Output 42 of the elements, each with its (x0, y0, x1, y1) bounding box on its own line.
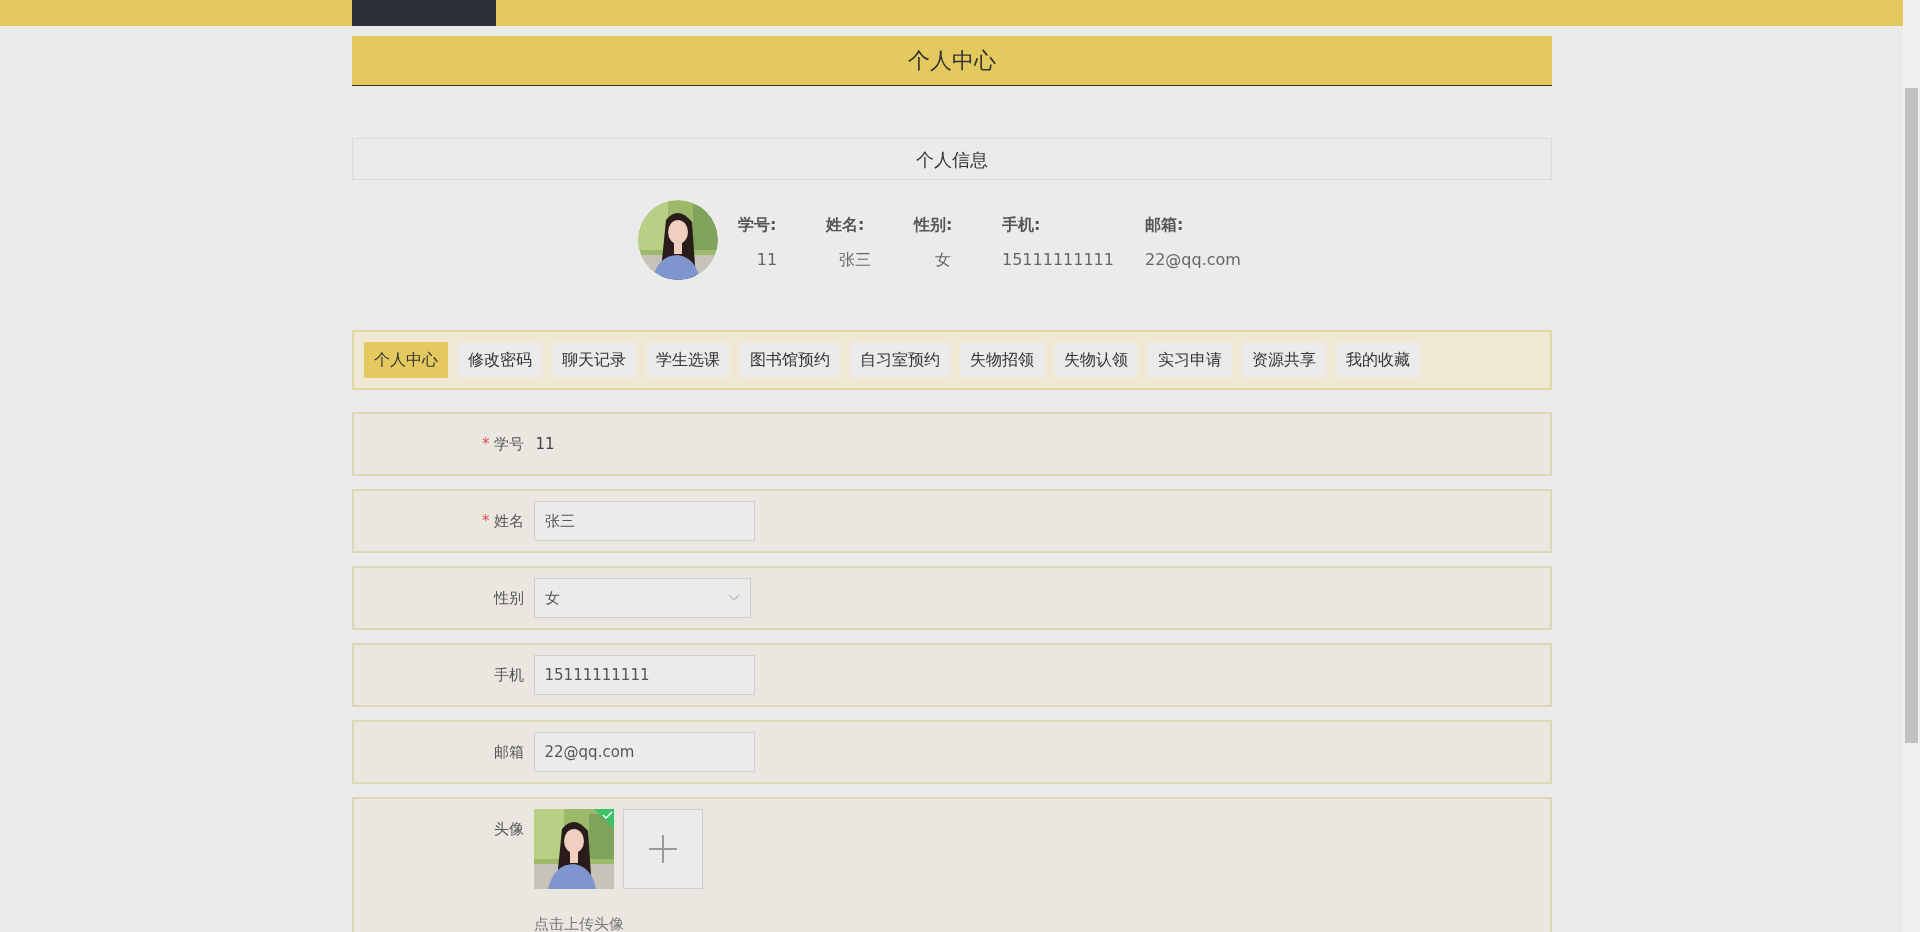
tab[interactable]: 修改密码 (457, 342, 542, 378)
tab[interactable]: 我的收藏 (1335, 342, 1420, 378)
tab[interactable]: 图书馆预约 (739, 342, 840, 378)
field-label: 姓名 (493, 511, 524, 532)
info-value: 11 (755, 250, 779, 271)
tab[interactable]: 实习申请 (1147, 342, 1232, 378)
tab[interactable]: 失物认领 (1053, 342, 1138, 378)
tab[interactable]: 个人中心 (363, 342, 448, 378)
info-label: 手机: (1002, 215, 1042, 236)
field-label: 性别 (493, 588, 524, 609)
info-value: 张三 (838, 250, 872, 271)
nav-active-item[interactable] (351, 0, 496, 26)
info-value: 22@qq.com (1145, 250, 1242, 271)
upload-button[interactable] (622, 809, 703, 889)
field-label: 邮箱 (493, 742, 524, 763)
chevron-down-icon (727, 594, 740, 602)
scrollbar-thumb[interactable] (1905, 88, 1918, 743)
info-label: 学号: (738, 215, 778, 236)
section-title: 个人信息 (351, 138, 1552, 180)
tab[interactable]: 资源共享 (1241, 342, 1326, 378)
info-label: 姓名: (826, 215, 866, 236)
field-label: 头像 (493, 819, 524, 840)
plus-icon (648, 835, 677, 863)
field-value: 11 (534, 434, 555, 455)
tab[interactable]: 失物招领 (959, 342, 1044, 378)
required-mark: * (482, 434, 490, 455)
input-field[interactable]: 22@qq.com (533, 732, 755, 772)
info-label: 邮箱: (1145, 215, 1185, 236)
select-field[interactable]: 女 (533, 578, 751, 618)
info-value: 15111111111 (1002, 250, 1115, 271)
field-label: 学号 (493, 434, 524, 455)
input-field[interactable]: 张三 (533, 501, 755, 541)
info-value: 女 (934, 250, 952, 271)
page-title: 个人中心 (351, 36, 1552, 86)
input-field[interactable]: 15111111111 (533, 655, 755, 695)
tab[interactable]: 自习室预约 (849, 342, 950, 378)
tab[interactable]: 聊天记录 (551, 342, 636, 378)
field-label: 手机 (493, 665, 524, 686)
info-label: 性别: (914, 215, 954, 236)
upload-hint[interactable]: 点击上传头像 (533, 915, 624, 932)
required-mark: * (482, 511, 490, 532)
tab[interactable]: 学生选课 (645, 342, 730, 378)
